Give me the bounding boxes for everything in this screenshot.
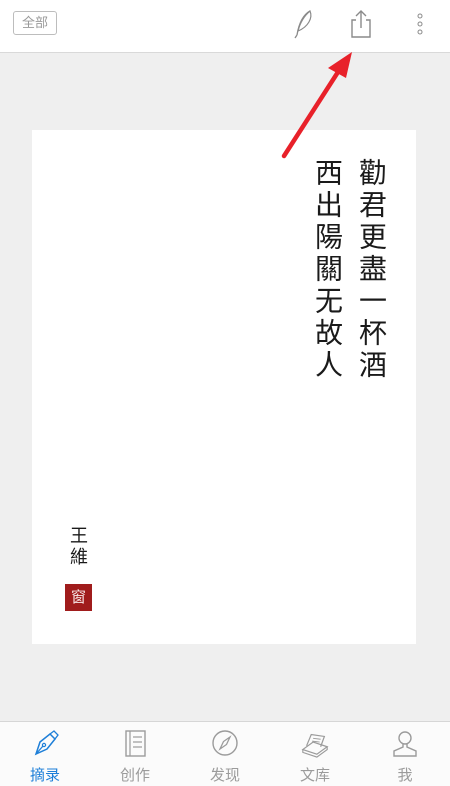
- tab-label: 我: [397, 766, 413, 784]
- feather-icon[interactable]: [288, 8, 318, 40]
- app-root: 全部 勸君更盡一杯酒 西出陽關无故人 王維 窗 摘录 创作 发现 文库 我: [0, 0, 450, 786]
- poem-line: 西出陽關无故人: [311, 158, 344, 382]
- tab-label: 发现: [209, 766, 240, 784]
- tab-library[interactable]: 文库: [270, 722, 360, 786]
- compass-icon: [210, 728, 240, 758]
- poem-card[interactable]: 勸君更盡一杯酒 西出陽關无故人 王維 窗: [32, 130, 416, 644]
- top-bar: 全部: [0, 0, 450, 53]
- tab-label: 文库: [299, 766, 330, 784]
- notebook-icon: [120, 728, 150, 758]
- person-icon: [390, 728, 420, 758]
- tab-label: 创作: [119, 766, 150, 784]
- books-icon: [300, 728, 330, 758]
- tab-create[interactable]: 创作: [90, 722, 180, 786]
- tab-me[interactable]: 我: [360, 722, 450, 786]
- more-vertical-icon[interactable]: [405, 8, 435, 40]
- tab-label: 摘录: [29, 766, 60, 784]
- tab-excerpts[interactable]: 摘录: [0, 722, 90, 786]
- pen-nib-icon: [30, 728, 60, 758]
- poem-line: 勸君更盡一杯酒: [355, 158, 388, 382]
- annotation-arrow: [281, 52, 352, 159]
- tab-discover[interactable]: 发现: [180, 722, 270, 786]
- poem-author: 王維: [67, 526, 88, 568]
- filter-all-button[interactable]: 全部: [13, 11, 57, 35]
- bottom-tab-bar: 摘录 创作 发现 文库 我: [0, 721, 450, 786]
- seal-stamp: 窗: [65, 584, 92, 611]
- share-icon[interactable]: [346, 8, 376, 40]
